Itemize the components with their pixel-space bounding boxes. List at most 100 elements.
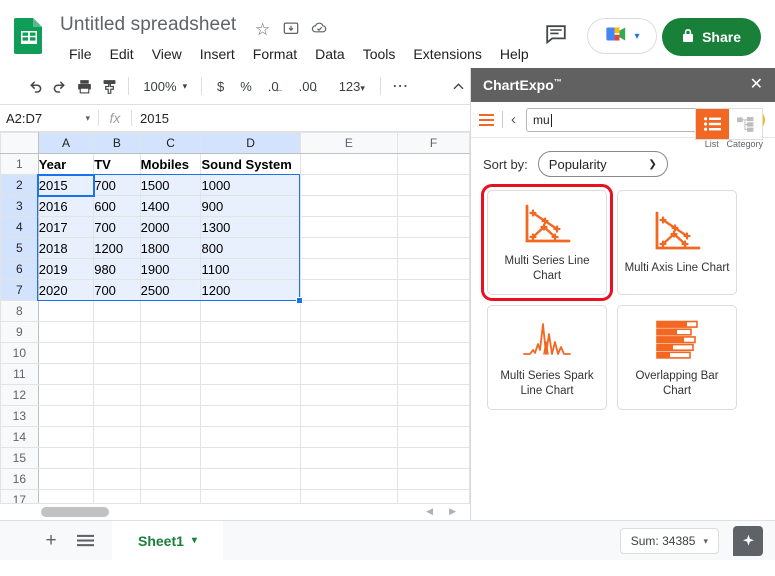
comment-icon[interactable] (544, 22, 570, 48)
grid-cell[interactable]: 1100 (200, 258, 301, 280)
hamburger-icon[interactable] (479, 113, 494, 126)
grid-cell[interactable] (200, 300, 301, 322)
grid-cell[interactable] (397, 195, 470, 217)
grid-cell[interactable]: 900 (200, 195, 301, 217)
table-row[interactable]: 8 (0, 300, 470, 322)
grid-cell[interactable] (139, 468, 202, 490)
table-row[interactable]: 11 (0, 363, 470, 385)
sort-by-select[interactable]: Popularity ❯ (537, 151, 668, 177)
grid-cell[interactable] (93, 384, 141, 406)
grid-cell[interactable] (299, 468, 399, 490)
grid-cell[interactable] (200, 405, 301, 427)
row-header-13[interactable]: 13 (0, 405, 39, 427)
row-header-14[interactable]: 14 (0, 426, 39, 448)
grid-cell[interactable]: 1900 (139, 258, 202, 280)
grid-cell[interactable]: Sound System (200, 153, 301, 175)
table-row[interactable]: 12 (0, 384, 470, 406)
sum-status-chip[interactable]: Sum: 34385 ▾ (619, 528, 719, 554)
table-row[interactable]: 5 2018 1200 1800 800 (0, 237, 470, 259)
grid-cell[interactable] (200, 447, 301, 469)
number-format-button[interactable]: 123▾ (332, 76, 372, 97)
grid-cell[interactable]: Mobiles (139, 153, 202, 175)
currency-format-button[interactable]: $ (210, 76, 231, 97)
spreadsheet-grid[interactable]: A B C D E F 1 Year TV Mobiles Sound System 2 2015 700… (0, 132, 470, 520)
chevron-down-icon[interactable]: ▾ (85, 113, 90, 124)
grid-cell[interactable] (299, 321, 399, 343)
menu-item-view[interactable]: View (143, 44, 191, 64)
grid-cell[interactable]: 2016 (37, 195, 95, 217)
increase-decimal-button[interactable]: .00 → (292, 76, 324, 97)
grid-cell[interactable] (299, 447, 399, 469)
menu-item-extensions[interactable]: Extensions (404, 44, 490, 64)
grid-cell[interactable] (397, 300, 470, 322)
grid-cell[interactable] (299, 237, 399, 259)
row-header-7[interactable]: 7 (0, 279, 39, 301)
grid-cell[interactable] (299, 426, 399, 448)
grid-cell[interactable]: 980 (93, 258, 141, 280)
grid-cell[interactable] (200, 468, 301, 490)
grid-cell[interactable] (37, 447, 95, 469)
table-row[interactable]: 10 (0, 342, 470, 364)
plus-icon[interactable]: + (34, 521, 68, 561)
list-view-icon[interactable] (696, 109, 729, 139)
grid-cell[interactable] (139, 342, 202, 364)
grid-cell[interactable] (397, 153, 470, 175)
grid-cell[interactable]: 700 (93, 279, 141, 301)
grid-cell[interactable]: 800 (200, 237, 301, 259)
table-row[interactable]: 13 (0, 405, 470, 427)
grid-cell[interactable]: 2019 (37, 258, 95, 280)
grid-cell[interactable]: 2018 (37, 237, 95, 259)
grid-cell[interactable]: 2020 (37, 279, 95, 301)
grid-cell[interactable] (93, 405, 141, 427)
row-header-10[interactable]: 10 (0, 342, 39, 364)
table-row[interactable]: 1 Year TV Mobiles Sound System (0, 153, 470, 175)
star-icon[interactable]: ☆ (255, 20, 270, 40)
grid-cell[interactable] (37, 363, 95, 385)
table-row[interactable]: 9 (0, 321, 470, 343)
menu-item-file[interactable]: File (60, 44, 101, 64)
print-icon[interactable] (73, 73, 96, 99)
column-header-a[interactable]: A (37, 132, 95, 154)
sheet-tab-sheet1[interactable]: Sheet1 ▾ (112, 520, 223, 561)
grid-cell[interactable] (397, 279, 470, 301)
chevron-down-icon[interactable]: ▾ (703, 536, 708, 547)
scroll-right-icon[interactable]: ▶ (449, 506, 456, 517)
grid-cell[interactable] (200, 384, 301, 406)
chart-card-overlapping-bar-chart[interactable]: Overlapping Bar Chart (617, 305, 737, 410)
grid-cell[interactable] (93, 468, 141, 490)
grid-cell[interactable] (37, 384, 95, 406)
grid-cell[interactable]: 700 (93, 174, 141, 196)
grid-cell[interactable] (37, 426, 95, 448)
grid-cell[interactable] (37, 468, 95, 490)
menu-item-insert[interactable]: Insert (191, 44, 244, 64)
grid-cell[interactable] (299, 195, 399, 217)
row-header-5[interactable]: 5 (0, 237, 39, 259)
row-header-9[interactable]: 9 (0, 321, 39, 343)
row-header-2[interactable]: 2 (0, 174, 39, 196)
grid-cell[interactable] (37, 300, 95, 322)
grid-cell[interactable] (93, 363, 141, 385)
column-header-d[interactable]: D (200, 132, 301, 154)
more-options-button[interactable]: ⋯ (389, 73, 412, 99)
grid-cell[interactable] (299, 279, 399, 301)
grid-cell[interactable] (93, 321, 141, 343)
row-header-15[interactable]: 15 (0, 447, 39, 469)
table-row[interactable]: 16 (0, 468, 470, 490)
grid-cell[interactable] (397, 321, 470, 343)
grid-cell[interactable] (200, 426, 301, 448)
grid-cell[interactable]: 600 (93, 195, 141, 217)
row-header-6[interactable]: 6 (0, 258, 39, 280)
chevron-left-icon[interactable]: ‹ (502, 111, 518, 128)
chevron-down-icon[interactable]: ▾ (634, 31, 639, 42)
grid-cell[interactable] (397, 342, 470, 364)
grid-cell[interactable]: 2015 (37, 174, 95, 196)
chevron-down-icon[interactable]: ▾ (192, 535, 197, 546)
grid-cell[interactable] (139, 405, 202, 427)
grid-cell[interactable]: 1200 (200, 279, 301, 301)
table-row[interactable]: 6 2019 980 1900 1100 (0, 258, 470, 280)
grid-cell[interactable] (397, 468, 470, 490)
menu-item-edit[interactable]: Edit (101, 44, 143, 64)
row-header-8[interactable]: 8 (0, 300, 39, 322)
grid-cell[interactable] (299, 363, 399, 385)
grid-cell[interactable] (139, 321, 202, 343)
